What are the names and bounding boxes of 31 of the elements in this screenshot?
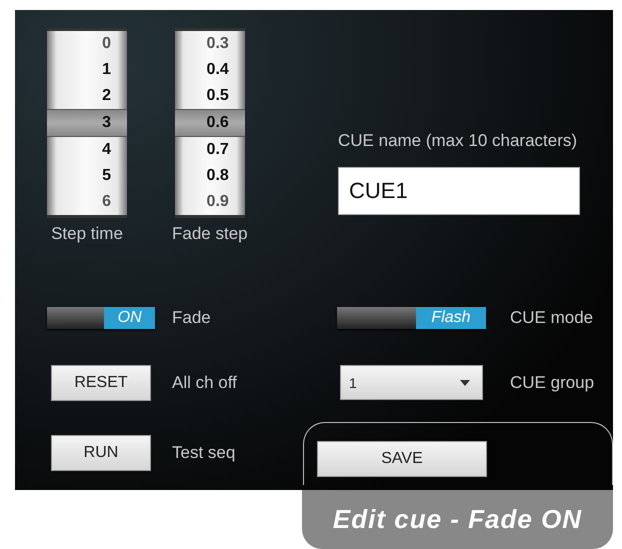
control-label: CUE mode (510, 308, 594, 328)
number-picker[interactable]: 0.3 0.4 0.5 0.6 0.7 0.8 0.9 (174, 28, 245, 218)
picker-value[interactable]: 0.6 (174, 109, 245, 137)
picker-value[interactable]: 3 (47, 109, 127, 137)
cue-name-field[interactable]: CUE1 (338, 167, 580, 215)
picker-value[interactable]: 0.7 (174, 137, 245, 163)
picker-value[interactable]: 2 (47, 83, 127, 109)
picker-value[interactable]: 1 (47, 57, 127, 83)
caption-banner: Edit cue - Fade ON (302, 490, 613, 549)
caret-icon (460, 380, 470, 386)
picker-label: Fade step (172, 224, 248, 244)
control-label: Fade (172, 308, 212, 328)
picker-value[interactable]: 0.4 (174, 57, 245, 83)
action-button[interactable]: RESET (51, 364, 151, 400)
picker-value[interactable]: 0 (47, 31, 127, 57)
picker-value[interactable]: 6 (47, 189, 127, 215)
number-picker[interactable]: 0 1 2 3 4 5 6 (47, 28, 127, 218)
picker-value[interactable]: 0.3 (174, 31, 245, 57)
picker-value[interactable]: 0.5 (174, 83, 245, 109)
control-label: All ch off (172, 372, 238, 392)
control-label: CUE group (510, 372, 596, 392)
picker-value[interactable]: 0.9 (174, 189, 245, 215)
picker-value[interactable]: 4 (47, 137, 127, 163)
picker-label: Step time (51, 224, 123, 244)
action-button[interactable]: SAVE (317, 441, 487, 477)
picker-value[interactable]: 0.8 (174, 163, 245, 189)
action-button[interactable]: RUN (51, 434, 151, 470)
picker-value[interactable]: 5 (47, 163, 127, 189)
group-dropdown[interactable]: 1 (340, 365, 483, 400)
field-label: CUE name (max 10 characters) (338, 131, 578, 151)
control-label: Test seq (172, 442, 236, 462)
